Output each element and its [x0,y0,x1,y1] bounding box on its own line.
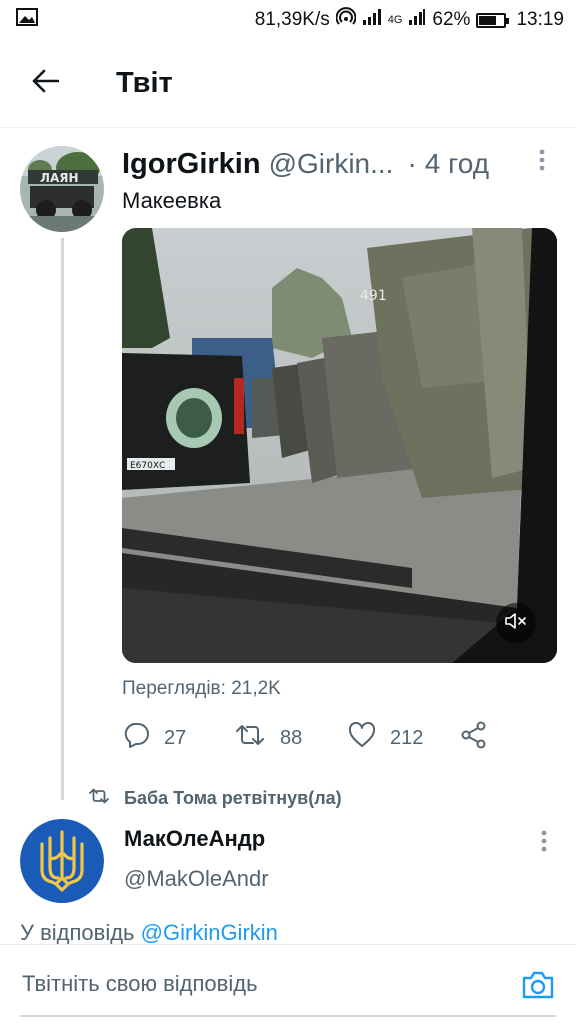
reply-count: 27 [164,726,187,749]
more-icon [541,830,547,857]
back-arrow-icon [31,69,60,98]
clock: 13:19 [516,9,564,30]
signal-icon [362,8,382,32]
share-icon [460,721,502,755]
retweet-icon [88,787,124,810]
retweeted-by[interactable]: Баба Тома ретвітнув(ла) [88,784,342,812]
view-count: Переглядів: 21,2K [122,678,281,699]
tweet-author-row: IgorGirkin @Girkin... · 4 год [122,144,562,184]
author-avatar[interactable]: ЛАЯН [20,146,104,232]
share-button[interactable] [460,718,502,758]
thread-connector [61,238,64,800]
battery-icon [476,12,510,28]
reply-author-avatar[interactable] [20,818,104,904]
battery-percent: 62% [432,9,471,30]
reply-author-name[interactable]: МакОлеАндр [124,826,265,852]
app-header: Твіт [0,40,576,128]
more-options-button[interactable] [530,147,554,177]
page-title: Твіт [116,67,173,99]
mute-icon [504,611,528,636]
like-icon [348,721,390,754]
tweet-text: Макеевка [122,188,222,213]
media-truck-number: 491 [360,288,387,304]
author-name[interactable]: IgorGirkin [122,148,261,181]
reply-author-handle[interactable]: @MakOleAndr [124,866,269,892]
media-plate: Е670ХС [130,461,165,471]
tweet-time: 4 год [424,148,490,179]
svg-text:ЛАЯН: ЛАЯН [40,171,79,185]
tweet-video[interactable]: Е670ХС 491 [122,228,557,663]
reply-more-options-button[interactable] [532,828,556,858]
like-count: 212 [390,726,424,749]
separator-dot: · [407,148,417,179]
like-button[interactable]: 212 [348,718,423,758]
image-icon [16,8,38,32]
reply-input-underline [20,1015,556,1017]
replying-to-label: У відповідь [20,920,135,945]
mute-button[interactable] [496,603,536,643]
camera-icon [521,970,555,1005]
tweet-actions: 27 88 212 [122,718,562,758]
reply-composer: Твітніть свою відповідь [0,944,576,1024]
retweet-icon [234,723,280,753]
signal-icon [408,8,426,32]
reply-icon [122,722,164,754]
retweeted-by-label: Баба Тома ретвітнув(ла) [124,787,342,808]
reply-input[interactable]: Твітніть свою відповідь [22,971,258,997]
retweet-button[interactable]: 88 [234,718,302,758]
back-button[interactable] [20,59,70,109]
network-speed: 81,39K/s [254,9,330,30]
network-type: 4G [387,14,403,26]
hotspot-icon [335,7,357,33]
camera-button[interactable] [518,967,558,1007]
author-handle[interactable]: @Girkin... [269,148,394,180]
replying-to-mention[interactable]: @GirkinGirkin [141,920,278,945]
status-bar: 81,39K/s 4G 62% 13:19 [0,0,576,40]
more-icon [539,149,545,176]
replying-to: У відповідь @GirkinGirkin [20,920,278,946]
retweet-count: 88 [280,726,303,749]
reply-button[interactable]: 27 [122,718,186,758]
